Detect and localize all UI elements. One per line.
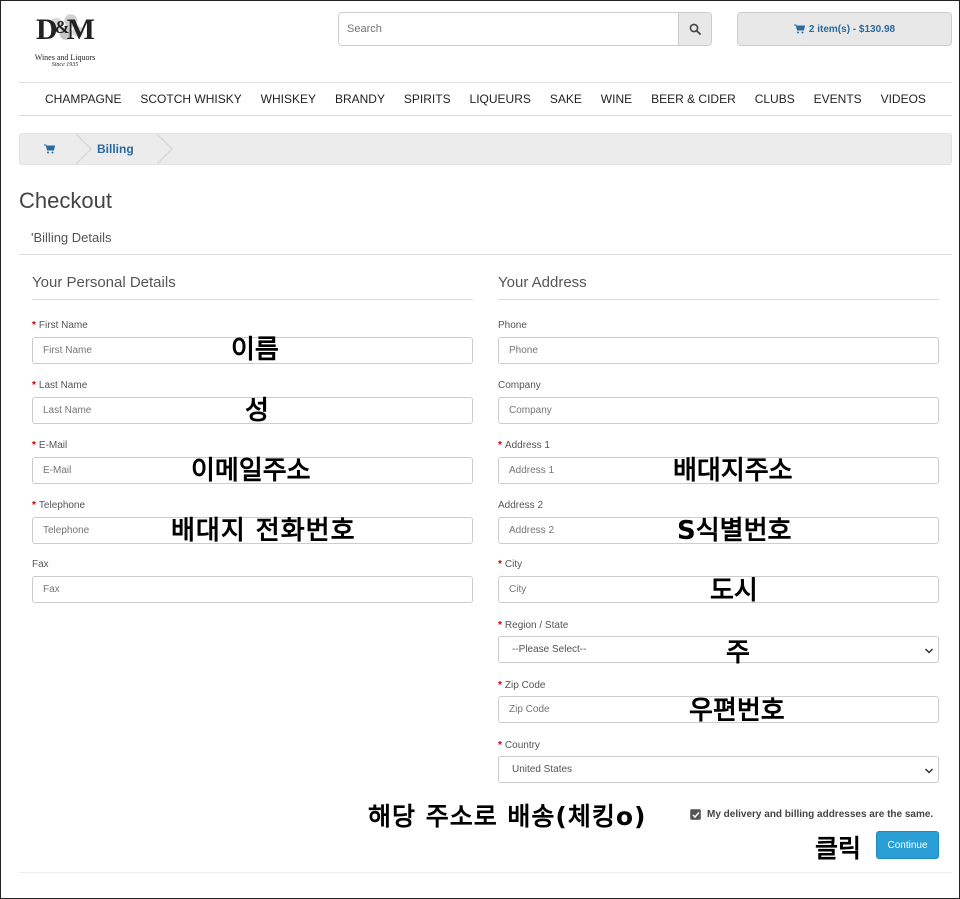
nav-whiskey[interactable]: WHISKEY (261, 92, 316, 106)
page-title: Checkout (19, 188, 112, 213)
same-address-label: My delivery and billing addresses are th… (707, 809, 934, 820)
annotation-telephone: 배대지 전화번호 (171, 516, 356, 546)
address-legend: Your Address (498, 274, 587, 291)
cart-summary: 2 item(s) - $130.98 (808, 23, 896, 35)
nav-beer-cider[interactable]: BEER & CIDER (651, 92, 736, 106)
same-address-checkbox[interactable] (690, 809, 701, 820)
company-label: Company (498, 380, 541, 391)
nav-videos[interactable]: VIDEOS (881, 92, 926, 106)
divider (19, 872, 952, 873)
annotation-first-name: 이름 (231, 335, 279, 365)
search-bar (338, 12, 712, 46)
first-name-label: * First Name (32, 320, 88, 331)
personal-details-legend: Your Personal Details (32, 274, 176, 291)
annotation-address1: 배대지주소 (673, 456, 793, 486)
zip-label: * Zip Code (498, 680, 546, 691)
search-input[interactable] (339, 13, 678, 45)
address1-label: * Address 1 (498, 440, 550, 451)
cart-button[interactable]: 2 item(s) - $130.98 (737, 12, 952, 46)
logo-monogram: D&M (36, 13, 95, 46)
annotation-email: 이메일주소 (191, 456, 311, 486)
chevron-down-icon (924, 648, 934, 654)
breadcrumb-billing[interactable]: Billing (97, 134, 134, 164)
annotation-address2: S식별번호 (677, 516, 792, 546)
cart-icon (43, 144, 55, 154)
last-name-label: * Last Name (32, 380, 88, 391)
city-label: * City (498, 559, 523, 570)
breadcrumb-end-inner (155, 133, 171, 165)
nav-brandy[interactable]: BRANDY (335, 92, 385, 106)
phone-field[interactable] (498, 337, 939, 364)
divider (32, 299, 473, 300)
email-label: * E-Mail (32, 440, 68, 451)
logo-since: Since 1935 (51, 62, 79, 68)
nav-wine[interactable]: WINE (601, 92, 632, 106)
section-title: 'Billing Details (31, 230, 112, 245)
address2-label: Address 2 (498, 500, 544, 511)
divider (498, 299, 939, 300)
annotation-zip: 우편번호 (689, 696, 785, 726)
search-button[interactable] (678, 13, 711, 45)
breadcrumb-cart[interactable] (20, 134, 78, 164)
annotation-last-name: 성 (245, 396, 269, 426)
annotation-same-address: 해당 주소로 배송(체킹o) (368, 802, 647, 831)
phone-label: Phone (498, 320, 527, 331)
country-select[interactable]: United States (498, 756, 939, 783)
region-label: * Region / State (498, 620, 569, 631)
continue-button[interactable]: Continue (876, 831, 939, 859)
fax-label: Fax (32, 559, 49, 570)
nav-liqueurs[interactable]: LIQUEURS (470, 92, 531, 106)
country-label: * Country (498, 740, 540, 751)
company-field[interactable] (498, 397, 939, 424)
breadcrumb: Billing (19, 133, 952, 165)
divider (19, 254, 952, 255)
annotation-click: 클릭 (815, 834, 862, 863)
chevron-down-icon (924, 768, 934, 774)
breadcrumb-separator-inner (74, 133, 90, 165)
fax-field[interactable] (32, 576, 473, 603)
annotation-state: 주 (726, 638, 750, 668)
nav-scotch-whisky[interactable]: SCOTCH WHISKY (140, 92, 241, 106)
same-address-option[interactable]: My delivery and billing addresses are th… (690, 809, 933, 820)
nav-events[interactable]: EVENTS (814, 92, 862, 106)
region-select[interactable]: --Please Select-- (498, 636, 939, 663)
nav-spirits[interactable]: SPIRITS (404, 92, 451, 106)
telephone-label: * Telephone (32, 500, 86, 511)
checkmark-icon (691, 811, 700, 818)
main-nav: CHAMPAGNE SCOTCH WHISKY WHISKEY BRANDY S… (19, 82, 952, 116)
nav-clubs[interactable]: CLUBS (755, 92, 795, 106)
site-logo[interactable]: D&M Wines and Liquors Since 1935 (20, 10, 110, 72)
nav-sake[interactable]: SAKE (550, 92, 582, 106)
logo-tagline: Wines and Liquors (34, 53, 96, 62)
search-icon (689, 23, 701, 35)
nav-champagne[interactable]: CHAMPAGNE (45, 92, 121, 106)
annotation-city: 도시 (710, 576, 758, 606)
cart-icon (793, 24, 805, 34)
